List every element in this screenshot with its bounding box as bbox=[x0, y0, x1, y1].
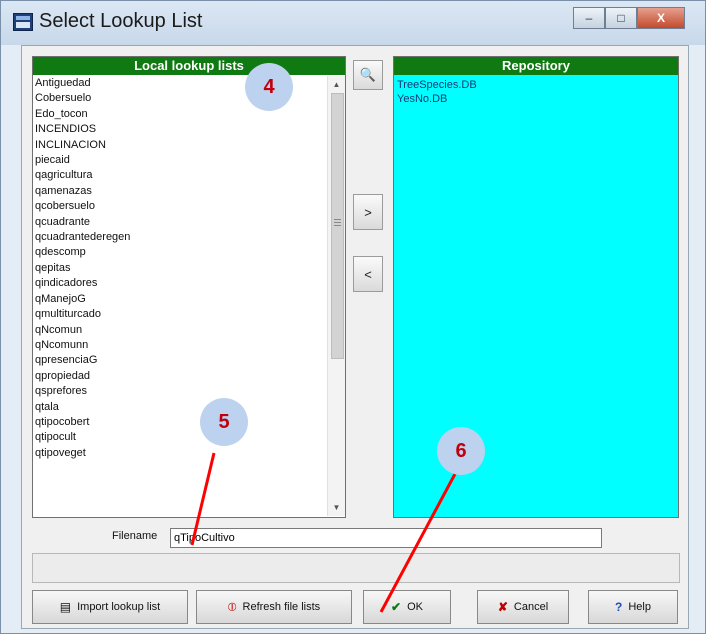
local-lookup-panel: Local lookup lists Antiguedad Cobersuelo… bbox=[32, 56, 346, 518]
zoom-button[interactable]: 🔍 bbox=[353, 60, 383, 90]
minimize-button[interactable]: – bbox=[573, 7, 605, 29]
check-icon: ✔ bbox=[391, 600, 402, 614]
maximize-button[interactable]: □ bbox=[605, 7, 637, 29]
scroll-down-icon[interactable]: ▼ bbox=[328, 499, 345, 516]
cancel-label: Cancel bbox=[513, 601, 549, 613]
list-item[interactable]: piecaid bbox=[35, 153, 319, 168]
window-title: Select Lookup List bbox=[39, 10, 203, 32]
close-button[interactable]: X bbox=[637, 7, 685, 29]
list-item[interactable]: qcobersuelo bbox=[35, 199, 319, 214]
scroll-thumb[interactable] bbox=[331, 93, 344, 359]
list-item[interactable]: qcuadrantederegen bbox=[35, 230, 319, 245]
status-bar bbox=[32, 553, 680, 583]
cross-icon: ✘ bbox=[497, 600, 508, 614]
question-icon: ? bbox=[615, 600, 623, 614]
list-item[interactable]: qepitas bbox=[35, 261, 319, 276]
list-item[interactable]: qindicadores bbox=[35, 276, 319, 291]
cancel-button[interactable]: ✘ Cancel bbox=[477, 590, 569, 624]
annotation-badge-4: 4 bbox=[245, 63, 293, 111]
list-scrollbar[interactable]: ▲ ▼ bbox=[327, 76, 345, 516]
list-item[interactable]: qNcomun bbox=[35, 323, 319, 338]
list-item[interactable]: qmultiturcado bbox=[35, 307, 319, 322]
refresh-files-button[interactable]: ⦶ Refresh file lists bbox=[196, 590, 352, 624]
magnifier-icon: 🔍 bbox=[359, 67, 377, 82]
local-lookup-list[interactable]: Antiguedad Cobersuelo Edo_tocon INCENDIO… bbox=[35, 76, 319, 516]
repository-panel: Repository TreeSpecies.DB YesNo.DB bbox=[393, 56, 679, 518]
list-item[interactable]: qpresenciaG bbox=[35, 353, 319, 368]
filename-label: Filename bbox=[112, 530, 158, 542]
window-controls: – □ X bbox=[573, 7, 685, 29]
help-button[interactable]: ? Help bbox=[588, 590, 678, 624]
refresh-icon: ⦶ bbox=[227, 599, 237, 614]
button-row: ▤ Import lookup list ⦶ Refresh file list… bbox=[32, 590, 678, 628]
refresh-label: Refresh file lists bbox=[242, 601, 321, 613]
filename-input[interactable] bbox=[170, 528, 602, 548]
list-item[interactable]: qdescomp bbox=[35, 245, 319, 260]
list-item[interactable]: qcuadrante bbox=[35, 215, 319, 230]
local-lookup-header: Local lookup lists bbox=[33, 57, 345, 75]
list-item[interactable]: TreeSpecies.DB bbox=[397, 78, 477, 92]
ok-label: OK bbox=[407, 601, 423, 613]
dialog-window: Select Lookup List – □ X Local lookup li… bbox=[0, 0, 706, 634]
help-label: Help bbox=[628, 601, 651, 613]
list-item[interactable]: qamenazas bbox=[35, 184, 319, 199]
add-to-repository-button[interactable]: > bbox=[353, 194, 383, 230]
list-item[interactable]: INCLINACION bbox=[35, 138, 319, 153]
repository-list[interactable]: TreeSpecies.DB YesNo.DB bbox=[397, 78, 477, 106]
list-item[interactable]: qpropiedad bbox=[35, 369, 319, 384]
repository-header: Repository bbox=[394, 57, 678, 75]
list-item[interactable]: qtipocult bbox=[35, 430, 319, 445]
annotation-badge-5: 5 bbox=[200, 398, 248, 446]
annotation-badge-6: 6 bbox=[437, 427, 485, 475]
app-icon bbox=[13, 13, 33, 31]
list-item[interactable]: YesNo.DB bbox=[397, 92, 477, 106]
remove-from-repository-button[interactable]: < bbox=[353, 256, 383, 292]
list-item[interactable]: qagricultura bbox=[35, 168, 319, 183]
scroll-up-icon[interactable]: ▲ bbox=[328, 76, 345, 93]
ok-button[interactable]: ✔ OK bbox=[363, 590, 451, 624]
list-item[interactable]: qNcomunn bbox=[35, 338, 319, 353]
list-item[interactable]: qtipocobert bbox=[35, 415, 319, 430]
list-item[interactable]: qManejoG bbox=[35, 292, 319, 307]
import-lookup-button[interactable]: ▤ Import lookup list bbox=[32, 590, 188, 624]
list-item[interactable]: qtala bbox=[35, 400, 319, 415]
list-item[interactable]: qtipoveget bbox=[35, 446, 319, 461]
dialog-content: Local lookup lists Antiguedad Cobersuelo… bbox=[21, 45, 689, 629]
import-label: Import lookup list bbox=[77, 601, 161, 613]
table-icon: ▤ bbox=[59, 600, 72, 614]
title-bar: Select Lookup List – □ X bbox=[1, 1, 705, 45]
list-item[interactable]: qsprefores bbox=[35, 384, 319, 399]
list-item[interactable]: INCENDIOS bbox=[35, 122, 319, 137]
